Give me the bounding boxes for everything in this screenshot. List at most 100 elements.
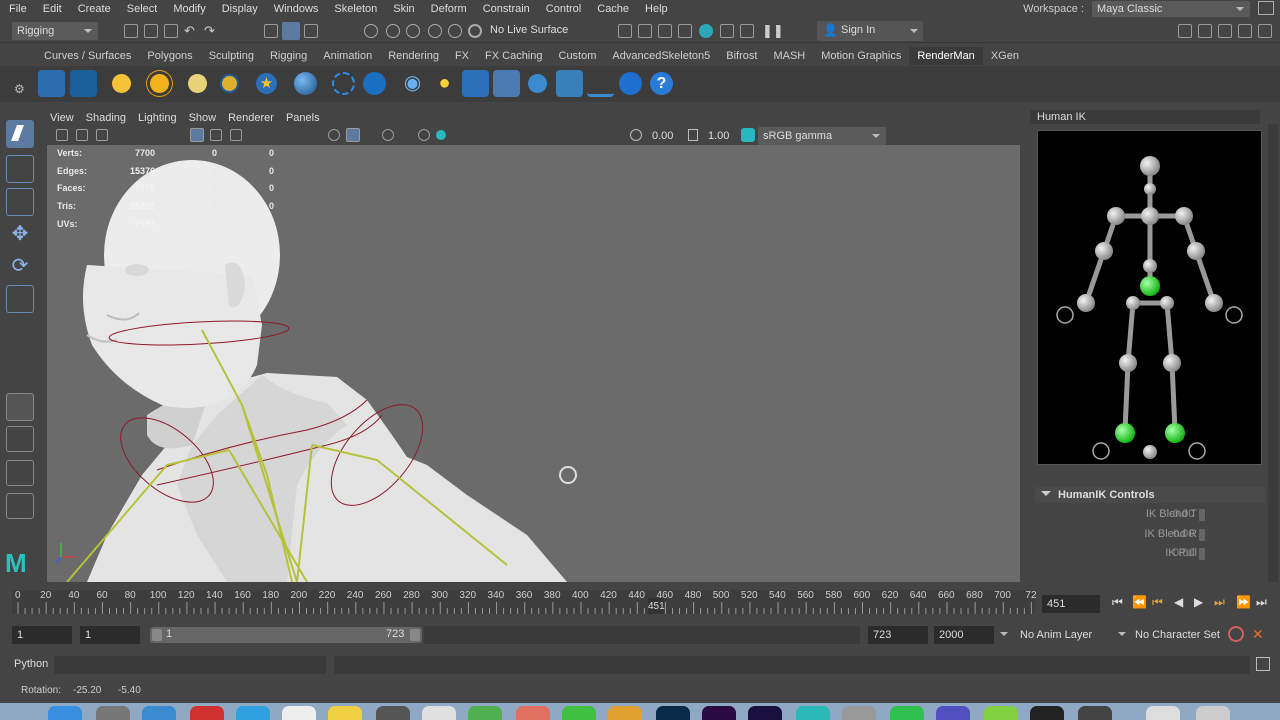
dock-app-lime-icon[interactable] xyxy=(984,706,1018,720)
tab-motion-graphics[interactable]: Motion Graphics xyxy=(813,47,909,65)
sign-in-button[interactable]: 👤 Sign In xyxy=(817,21,923,41)
tab-rendering[interactable]: Rendering xyxy=(380,47,447,65)
live-surface-icon[interactable] xyxy=(468,24,482,38)
two-view-icon[interactable] xyxy=(6,460,34,486)
menu-edit[interactable]: Edit xyxy=(35,0,70,18)
attribute-editor-icon[interactable] xyxy=(1198,24,1212,38)
rotate-tool-icon[interactable]: ⟳ xyxy=(6,252,34,280)
image-plane-icon[interactable] xyxy=(96,129,108,141)
dock-premiere-icon[interactable] xyxy=(702,706,736,720)
dock-app-badge-icon[interactable] xyxy=(1078,706,1112,720)
render-view-icon[interactable] xyxy=(493,70,520,97)
ik-blend-r-slider[interactable] xyxy=(1199,529,1205,541)
light-bulb-icon[interactable]: ● xyxy=(431,70,458,97)
menu-create[interactable]: Create xyxy=(70,0,119,18)
four-view-icon[interactable] xyxy=(6,426,34,452)
hypershade-icon[interactable] xyxy=(678,24,692,38)
cmd-language-label[interactable]: Python xyxy=(14,658,48,670)
ipr-icon[interactable] xyxy=(70,70,97,97)
manipulator-icon[interactable] xyxy=(559,466,577,484)
dock-finder-icon[interactable] xyxy=(48,706,82,720)
command-input[interactable] xyxy=(54,656,326,674)
new-scene-icon[interactable] xyxy=(124,24,138,38)
visibility-eye-icon[interactable]: ◉ xyxy=(399,70,426,97)
anim-layer-dropdown[interactable]: No Anim Layer xyxy=(998,626,1116,644)
go-to-end-icon[interactable]: ⏭ xyxy=(1256,595,1267,610)
tab-sculpting[interactable]: Sculpting xyxy=(201,47,262,65)
anim-start-field[interactable]: 1 xyxy=(12,626,72,644)
outliner-layout-icon[interactable] xyxy=(6,493,34,519)
open-scene-icon[interactable] xyxy=(144,24,158,38)
tab-custom[interactable]: Custom xyxy=(551,47,605,65)
tab-fx[interactable]: FX xyxy=(447,47,477,65)
dof-icon[interactable] xyxy=(330,70,357,97)
current-frame-field[interactable]: 451 xyxy=(1042,595,1100,613)
camera-attributes-icon[interactable] xyxy=(56,129,68,141)
snap-view-icon[interactable] xyxy=(428,24,442,38)
dock-app-orange-icon[interactable] xyxy=(608,706,642,720)
dock-terminal-icon[interactable] xyxy=(1030,706,1064,720)
dock-preview-icon[interactable] xyxy=(422,706,456,720)
dock-notes-icon[interactable] xyxy=(328,706,362,720)
dock-calendar-icon[interactable] xyxy=(282,706,316,720)
redo-icon[interactable]: ↷ xyxy=(204,24,218,38)
env-light-icon[interactable] xyxy=(146,70,173,97)
save-scene-icon[interactable] xyxy=(164,24,178,38)
dock-app-blue-icon[interactable] xyxy=(236,706,270,720)
exposure-icon[interactable] xyxy=(630,129,642,141)
window-toggle-icon[interactable] xyxy=(1258,1,1274,15)
render-settings-shelf-icon[interactable] xyxy=(462,70,489,97)
play-forwards-icon[interactable]: ▶ xyxy=(1194,595,1203,609)
dock-app-red-icon[interactable] xyxy=(190,706,224,720)
tab-fx-caching[interactable]: FX Caching xyxy=(477,47,550,65)
menu-select[interactable]: Select xyxy=(119,0,166,18)
script-editor-icon[interactable] xyxy=(1256,657,1270,671)
ipr-render-icon[interactable] xyxy=(638,24,652,38)
tool-settings-icon[interactable] xyxy=(1218,24,1232,38)
tab-bifrost[interactable]: Bifrost xyxy=(718,47,765,65)
texture-manager-icon[interactable] xyxy=(556,70,583,97)
humanik-character-view[interactable] xyxy=(1037,130,1262,465)
undo-icon[interactable]: ↶ xyxy=(184,24,198,38)
move-tool-icon[interactable]: ✥ xyxy=(6,220,34,248)
scale-tool-icon[interactable] xyxy=(6,285,34,313)
help-icon[interactable]: ? xyxy=(648,70,675,97)
playback-start-field[interactable]: 1 xyxy=(80,626,140,644)
panel-menu-show[interactable]: Show xyxy=(183,110,223,127)
textured-icon[interactable] xyxy=(382,129,394,141)
snap-grid-icon[interactable] xyxy=(364,24,378,38)
play-backwards-icon[interactable]: ◀ xyxy=(1174,595,1183,609)
dock-app-dark-icon[interactable] xyxy=(376,706,410,720)
menu-file[interactable]: File xyxy=(0,0,35,18)
dock-messages-icon[interactable] xyxy=(562,706,596,720)
menu-deform[interactable]: Deform xyxy=(423,0,475,18)
dome-light-icon[interactable] xyxy=(184,70,211,97)
dock-photos-icon[interactable] xyxy=(516,706,550,720)
camera-bookmark-icon[interactable] xyxy=(76,129,88,141)
step-back-key-icon[interactable]: ⏮ xyxy=(1152,595,1163,610)
dock-app-green-icon[interactable] xyxy=(468,706,502,720)
select-components-icon[interactable] xyxy=(304,24,318,38)
go-to-start-icon[interactable]: ⏮ xyxy=(1112,595,1123,610)
anim-prefs-icon[interactable]: ✕ xyxy=(1252,626,1264,643)
workspace-dropdown[interactable]: Maya Classic xyxy=(1092,1,1250,17)
select-hierarchy-icon[interactable] xyxy=(264,24,278,38)
dock-trash-icon[interactable] xyxy=(1196,706,1230,720)
modeling-toolkit-icon[interactable] xyxy=(1178,24,1192,38)
tab-rigging[interactable]: Rigging xyxy=(262,47,315,65)
render-settings-icon[interactable] xyxy=(658,24,672,38)
dock-app-light-icon[interactable] xyxy=(1146,706,1180,720)
menu-skeleton[interactable]: Skeleton xyxy=(326,0,385,18)
channel-box-icon[interactable] xyxy=(1238,24,1252,38)
snap-curve-icon[interactable] xyxy=(386,24,400,38)
wireframe-icon[interactable] xyxy=(328,129,340,141)
menu-constrain[interactable]: Constrain xyxy=(475,0,538,18)
playback-end-field[interactable]: 723 xyxy=(868,626,928,644)
range-handle-right[interactable] xyxy=(410,629,420,641)
menu-windows[interactable]: Windows xyxy=(266,0,327,18)
select-tool-icon[interactable] xyxy=(6,120,34,148)
humanik-controls-header[interactable]: HumanIK Controls xyxy=(1035,487,1265,503)
shelf-settings-icon[interactable]: ⚙ xyxy=(14,82,25,96)
stats-chart-icon[interactable] xyxy=(587,70,614,97)
step-forward-icon[interactable]: ⏩ xyxy=(1236,595,1251,609)
